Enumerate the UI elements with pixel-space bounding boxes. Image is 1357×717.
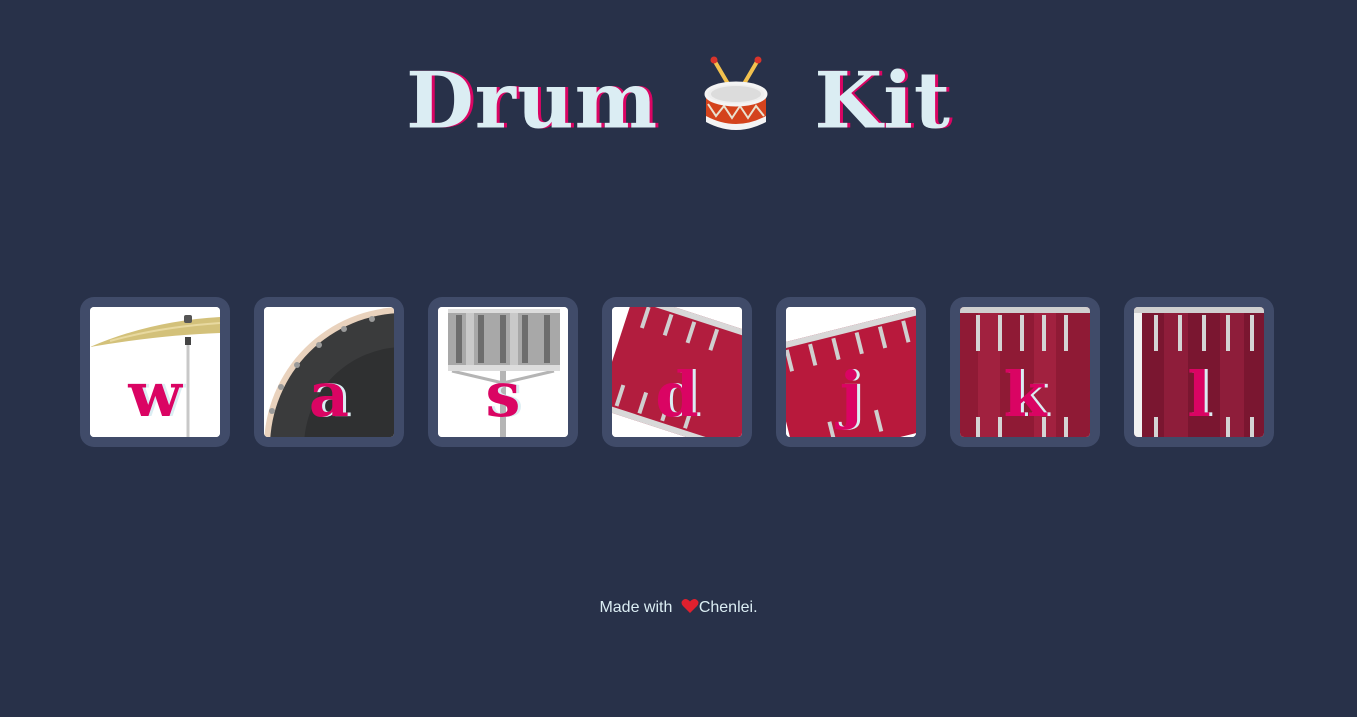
title-word-kit: Kit <box>814 55 951 147</box>
drum-key-label: k <box>1003 358 1047 431</box>
drum-emoji-icon <box>700 54 772 138</box>
footer-text: Made with <box>599 599 673 616</box>
drum-key-label: s <box>485 358 521 431</box>
drum-key-label: w <box>128 358 182 431</box>
drum-kit-page: Drum Kit w a s d j k l Made with Chenlei… <box>0 0 1357 717</box>
footer: Made with Chenlei. <box>0 598 1357 617</box>
drum-pad-w[interactable]: w <box>80 297 230 447</box>
drum-set: w a s d j k l <box>80 297 1274 447</box>
drum-pad-s[interactable]: s <box>428 297 578 447</box>
heart-icon <box>681 598 699 614</box>
footer-author: Chenlei. <box>698 599 758 616</box>
page-title: Drum Kit <box>0 48 1357 150</box>
drum-pad-k[interactable]: k <box>950 297 1100 447</box>
drum-key-label: a <box>308 358 350 431</box>
drum-pad-a[interactable]: a <box>254 297 404 447</box>
drum-pad-d[interactable]: d <box>602 297 752 447</box>
drum-key-label: l <box>1187 358 1211 431</box>
drum-key-label: d <box>655 358 699 431</box>
drum-pad-j[interactable]: j <box>776 297 926 447</box>
drum-pad-l[interactable]: l <box>1124 297 1274 447</box>
drum-key-label: j <box>839 358 863 431</box>
title-word-drum: Drum <box>406 55 659 147</box>
